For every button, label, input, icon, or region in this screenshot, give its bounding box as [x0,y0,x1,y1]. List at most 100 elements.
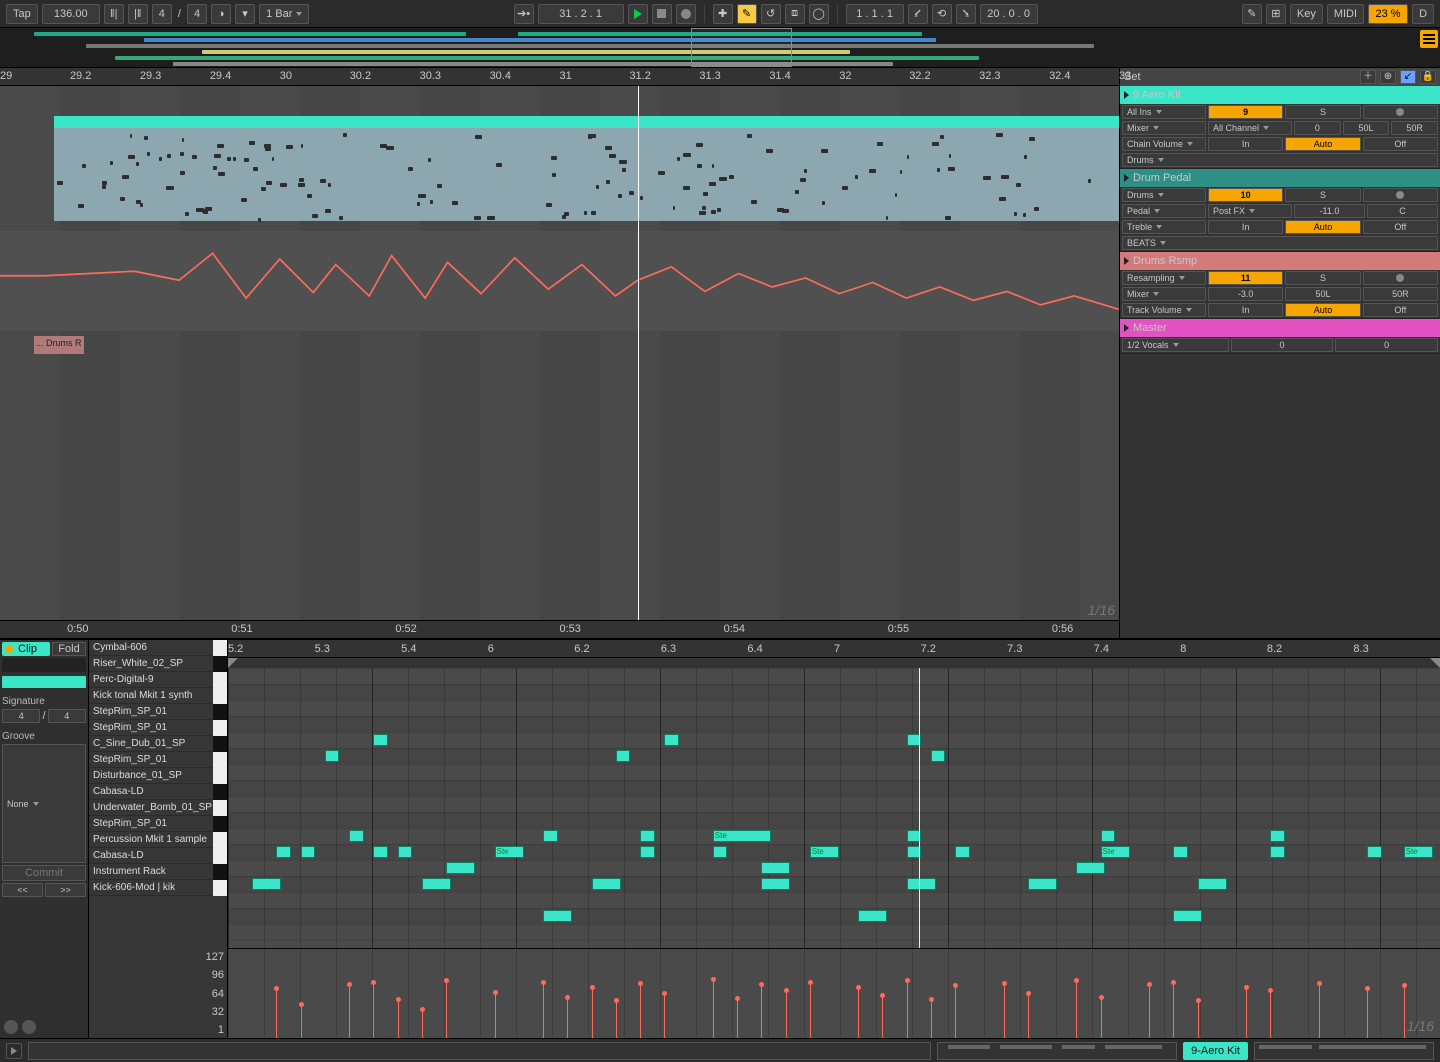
fold-icon[interactable] [1124,324,1129,332]
velocity-stem[interactable] [907,981,908,1038]
lock-envelopes-button[interactable]: 🔒 [1420,70,1436,84]
drum-row[interactable]: Instrument Rack [89,864,227,880]
rec-quantize-select[interactable]: 1 Bar [259,4,309,24]
track-value[interactable]: 11 [1208,271,1283,285]
clip-name-field[interactable] [2,658,86,672]
drum-row[interactable]: Cabasa-LD [89,848,227,864]
track-header-pedal[interactable]: Drum PedalDrums10SPedalPost FX-11.0CTreb… [1120,169,1440,252]
velocity-stem[interactable] [931,1000,932,1038]
add-return-button[interactable]: ⊕ [1380,70,1396,84]
automation-arm-button[interactable]: ✎ [737,4,757,24]
piano-key[interactable] [213,688,227,704]
drum-row[interactable]: StepRim_SP_01 [89,816,227,832]
piano-key[interactable] [213,816,227,832]
automation-target-select[interactable]: Mixer [1122,121,1206,135]
velocity-stem[interactable] [422,1010,423,1038]
midi-clip-aero[interactable] [54,116,1119,221]
device-navigator-2[interactable] [1254,1042,1434,1060]
pan-left[interactable]: 50L [1285,287,1360,301]
loop-length[interactable]: 20 . 0 . 0 [980,4,1038,24]
velocity-stem[interactable] [1319,984,1320,1038]
midi-note[interactable] [955,846,970,858]
arm-button[interactable] [1363,105,1438,119]
prev-clip-button[interactable]: << [2,883,43,897]
drum-row[interactable]: Kick tonal Mkit 1 synth [89,688,227,704]
routing-select[interactable]: All Channel [1208,121,1292,135]
arrangement-body[interactable]: ... Drums R 1/16 [0,86,1119,620]
audio-clip-drums-rsmp[interactable]: ... Drums R [34,336,84,354]
clip-sig-num[interactable]: 4 [2,709,40,723]
pan-left[interactable]: 50L [1343,121,1390,135]
play-button[interactable] [628,4,648,24]
velocity-stem[interactable] [276,989,277,1038]
velocity-stem[interactable] [858,988,859,1038]
clip-playhead[interactable] [919,668,920,948]
stop-button[interactable] [652,4,672,24]
midi-note-editor[interactable]: 5.25.35.466.26.36.477.27.37.488.28.38.4 … [228,640,1440,1038]
velocity-stem[interactable] [398,1000,399,1038]
velocity-stem[interactable] [373,983,374,1038]
pan-value[interactable]: 0 [1335,338,1438,352]
drum-row[interactable]: Underwater_Bomb_01_SP [89,800,227,816]
midi-note[interactable]: Ste [1101,846,1130,858]
midi-note[interactable] [349,830,364,842]
drum-row[interactable]: StepRim_SP_01 [89,720,227,736]
piano-key[interactable] [213,784,227,800]
track-header-aero[interactable]: 9 Aero KitAll Ins9SMixerAll Channel050L5… [1120,86,1440,169]
piano-key[interactable] [213,832,227,848]
piano-key[interactable] [213,736,227,752]
track-name[interactable]: Drum Pedal [1133,172,1191,184]
velocity-stem[interactable] [349,985,350,1038]
solo-button[interactable]: S [1285,105,1360,119]
drum-row[interactable]: Cabasa-LD [89,784,227,800]
midi-note[interactable] [761,878,790,890]
pan-center[interactable]: C [1367,204,1438,218]
fold-icon[interactable] [1124,257,1129,265]
piano-key[interactable] [213,656,227,672]
loop-brace-lane[interactable] [228,658,1440,668]
velocity-stem[interactable] [1270,991,1271,1038]
routing-select[interactable]: Post FX [1208,204,1292,218]
midi-note[interactable] [761,862,790,874]
arrangement-playhead[interactable] [638,86,639,620]
preview-button[interactable] [6,1043,22,1059]
arrangement-overview[interactable] [0,28,1440,68]
velocity-stem[interactable] [737,999,738,1038]
add-track-button[interactable]: ＋ [1360,70,1376,84]
clip-sig-den[interactable]: 4 [48,709,86,723]
drum-row[interactable]: Cymbal-606 [89,640,227,656]
midi-note[interactable] [1173,846,1188,858]
velocity-lane[interactable]: 1279664321 1/16 [228,948,1440,1038]
groove-commit-button[interactable]: Commit [2,865,86,881]
velocity-stem[interactable] [882,996,883,1038]
reenable-automation-button[interactable]: ↺ [761,4,781,24]
drum-row[interactable]: Kick-606-Mod | kik [89,880,227,896]
midi-note[interactable] [640,830,655,842]
midi-note[interactable] [1173,910,1202,922]
metronome-button[interactable]: ◑ [211,4,231,24]
midi-note[interactable] [616,750,631,762]
arm-button[interactable] [1363,188,1438,202]
time-sig-num[interactable]: 4 [152,4,172,24]
velocity-stem[interactable] [616,1001,617,1038]
midi-note[interactable] [1198,878,1227,890]
midi-note[interactable]: Ste [810,846,839,858]
time-ruler[interactable]: 0:500:510:520:530:540:550:56 [0,620,1119,638]
keyboard-button[interactable]: ⊞ [1266,4,1286,24]
automation-mode-button[interactable]: ↙ [1400,70,1416,84]
routing-select[interactable]: Drums [1122,188,1206,202]
velocity-stem[interactable] [1404,986,1405,1038]
velocity-stem[interactable] [713,980,714,1038]
midi-note[interactable] [301,846,316,858]
track-value[interactable]: 0 [1231,338,1334,352]
groove-select[interactable]: None [2,744,86,863]
pan-right[interactable]: 50R [1363,287,1438,301]
view-menu-button[interactable] [1420,30,1438,48]
routing-select[interactable]: All Ins [1122,105,1206,119]
routing-select[interactable]: BEATS [1122,236,1438,250]
midi-note[interactable] [252,878,281,890]
monitor-in-button[interactable]: In [1208,220,1283,234]
metronome-menu[interactable]: ▾ [235,4,255,24]
midi-note[interactable] [373,734,388,746]
note-grid[interactable]: SteSteSteSteSte [228,668,1440,948]
